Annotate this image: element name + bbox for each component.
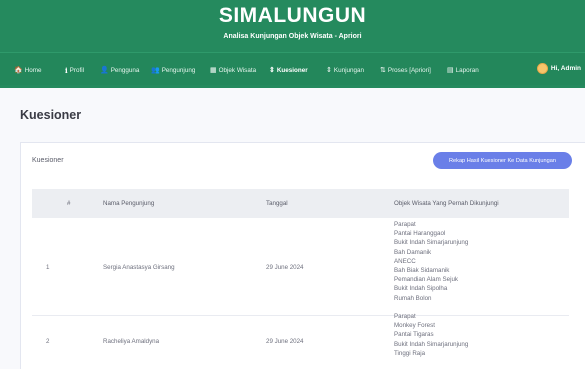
row-number: 2 [46,338,50,345]
nav-label-profil: Profil [69,66,85,74]
column-header-objek: Objek Wisata Yang Pernah Dikunjungi [394,200,499,207]
card-title: Kuesioner [32,157,64,164]
visitor-name: Racheliya Amaldyna [103,338,160,345]
nav-item-objek-wisata[interactable]: ▦ Objek Wisata [210,65,256,75]
nav-label-laporan: Laporan [455,66,479,74]
row-number: 1 [46,264,50,271]
sort-amount-icon: ⇅ [380,66,386,74]
kuesioner-card: Kuesioner Rekap Hasil Kuesioner Ke Data … [20,142,585,369]
place-item: Monkey Forest [394,322,435,330]
place-item: Parapat [394,313,416,320]
place-item: Pemandian Alam Sejuk [394,276,458,284]
nav-item-laporan[interactable]: ▤ Laporan [447,65,479,75]
app-title: SIMALUNGUN [218,4,367,27]
nav-item-proses-apriori[interactable]: ⇅ Proses [Apriori] [380,65,431,75]
rekap-kuesioner-button[interactable]: Rekap Hasil Kuesioner Ke Data Kunjungan [433,152,572,169]
nav-item-pengunjung[interactable]: 👥 Pengunjung [151,65,195,75]
nav-label-kuesioner: Kuesioner [276,66,308,74]
nav-label-kunjungan: Kunjungan [333,66,364,74]
visited-places-list: Parapat Pantai Haranggaol Bukit Indah Si… [394,220,468,303]
nav-label-objek-wisata: Objek Wisata [218,66,257,74]
nav-label-pengguna: Pengguna [110,66,140,74]
visitor-name: Sergia Anastasya Girsang [103,264,175,271]
column-header-tanggal: Tanggal [266,200,288,207]
place-item: Pantai Haranggaol [394,230,446,238]
nav-item-profil[interactable]: i Profil [65,65,84,75]
main-navbar: 🏠 Home i Profil 👤 Pengguna 👥 Pengunjung … [0,52,585,85]
nav-label-proses-apriori: Proses [Apriori] [387,66,431,74]
table-header: # Nama Pengunjung Tanggal Objek Wisata Y… [32,189,569,218]
nav-item-home[interactable]: 🏠 Home [14,65,42,75]
app-subtitle: Analisa Kunjungan Objek Wisata - Apriori [223,33,362,40]
page-title: Kuesioner [20,108,82,122]
place-item: Rumah Bolon [394,294,432,302]
column-header-nama: Nama Pengunjung [103,200,155,207]
user-greeting: Hi, Admin [550,65,581,72]
column-header-number: # [67,200,71,207]
place-item: Bukit Indah Simarjarunjung [394,340,469,348]
nav-label-pengunjung: Pengunjung [161,66,196,74]
user-menu[interactable]: Hi, Admin [536,63,581,74]
place-item: Bukit Indah Simarjarunjung [394,239,469,247]
place-item: Tinggi Raja [394,349,426,357]
nav-item-kunjungan[interactable]: ⇕ Kunjungan [326,65,364,75]
table-row: 1 Sergia Anastasya Girsang 29 June 2024 … [32,218,569,316]
visit-date: 29 June 2024 [266,264,304,271]
page-heading-area [0,88,585,136]
nav-label-home: Home [24,66,42,74]
map-icon: ▦ [210,66,217,74]
nav-item-kuesioner[interactable]: ⇕ Kuesioner [269,65,308,75]
sort-icon: ⇕ [326,66,332,74]
place-item: Pantai Tigaras [394,331,434,339]
avatar [536,63,548,74]
place-item: Bukit Indah Sipolha [394,285,448,293]
report-icon: ▤ [447,66,454,74]
visit-date: 29 June 2024 [266,338,304,345]
place-item: Parapat [394,221,416,228]
place-item: Bah Damanik [394,248,432,256]
place-item: ANECC [394,257,416,265]
visited-places-list: Parapat Monkey Forest Pantai Tigaras Buk… [394,312,468,358]
info-icon: i [65,65,68,75]
card-header: Kuesioner Rekap Hasil Kuesioner Ke Data … [21,143,585,179]
nav-item-pengguna[interactable]: 👤 Pengguna [100,65,139,75]
user-icon: 👤 [100,66,109,74]
place-item: Bah Biak Sidamanik [394,267,450,275]
users-icon: 👥 [151,66,160,74]
home-icon: 🏠 [14,66,23,74]
sort-icon: ⇕ [269,66,275,74]
table-row: 2 Racheliya Amaldyna 29 June 2024 Parapa… [32,313,569,369]
